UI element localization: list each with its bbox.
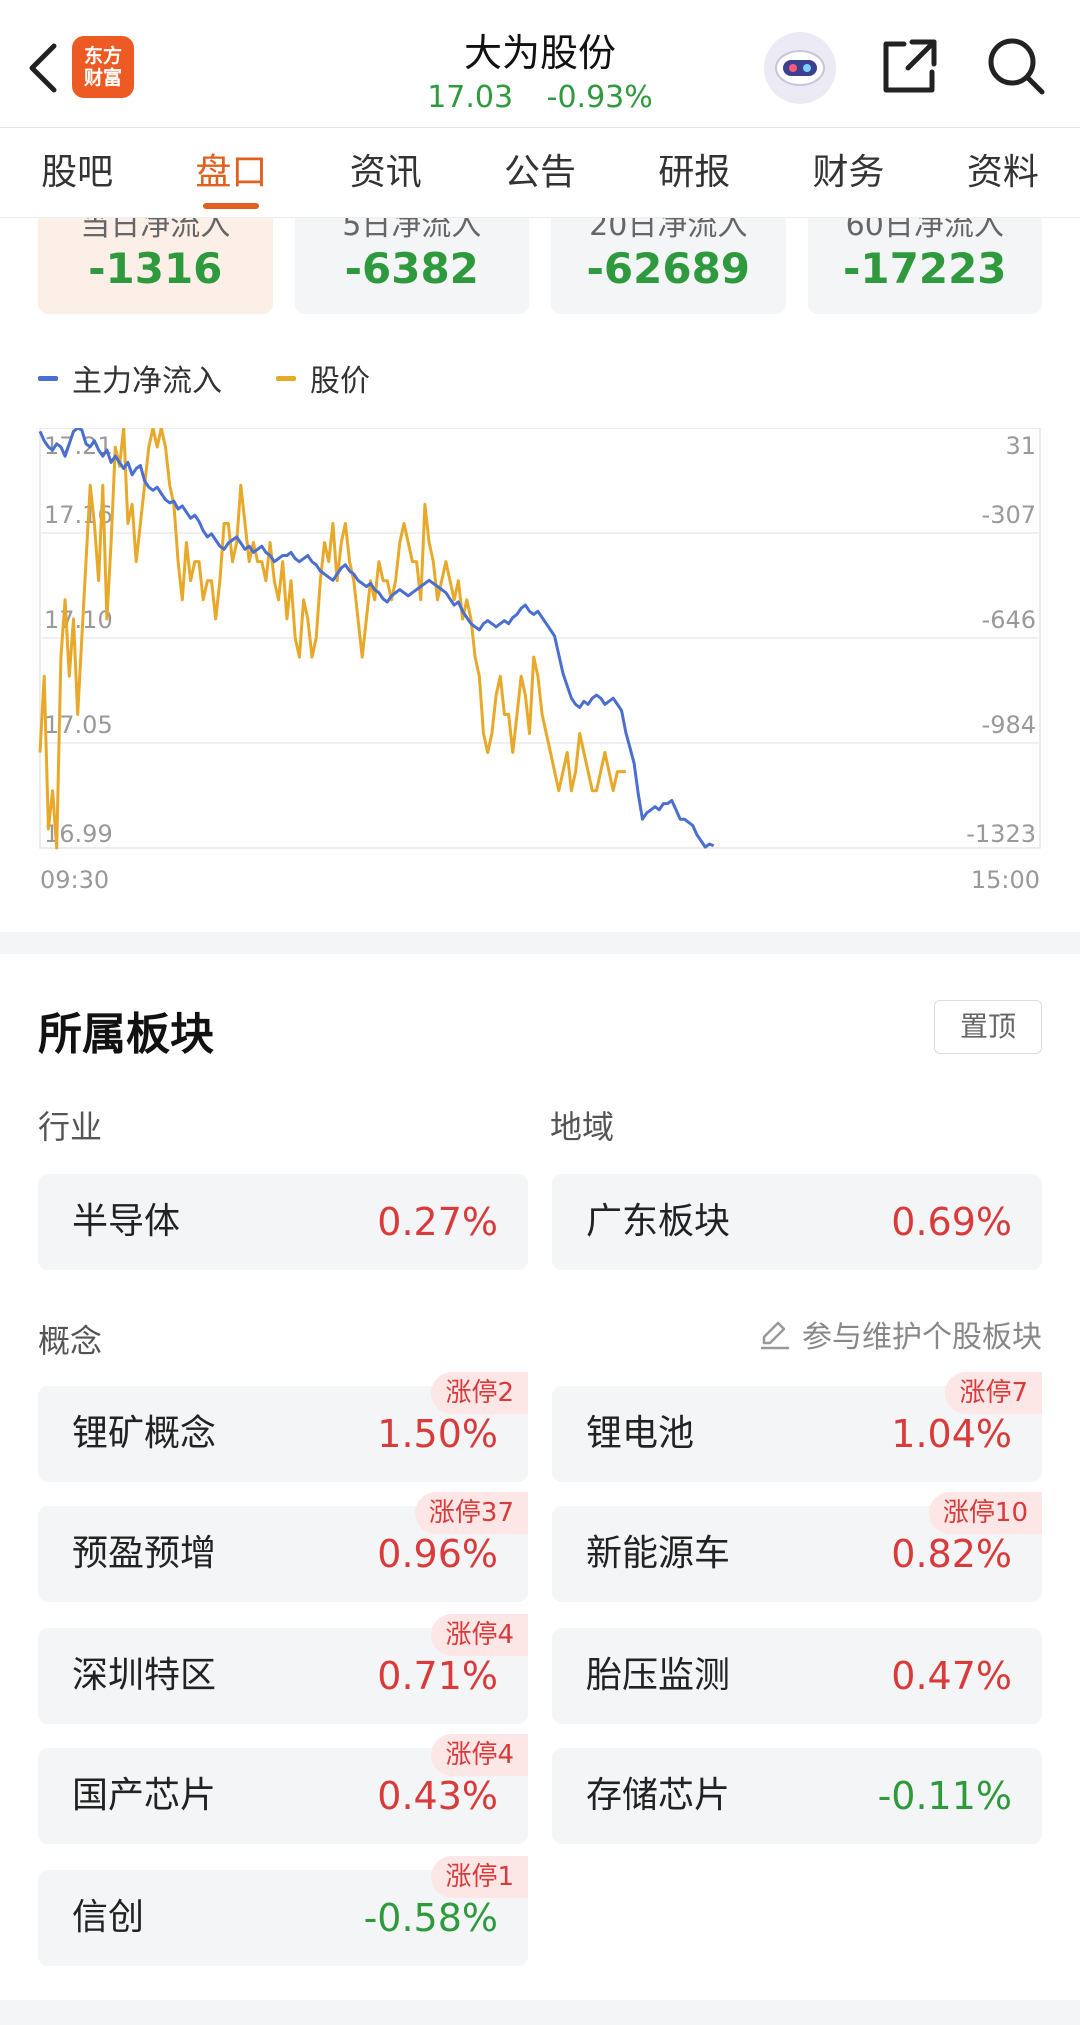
flow-value: -6382 [344, 244, 479, 293]
stock-name: 大为股份 [463, 31, 616, 75]
concept-name: 新能源车 [586, 1533, 731, 1574]
net-inflow-summary: 当日净流入 -1316 5日净流入 -6382 20日净流入 -62689 60… [38, 218, 1042, 314]
flow-label: 当日净流入 [80, 218, 231, 243]
sector-card-industry[interactable]: 半导体 0.27% [38, 1174, 528, 1270]
concept-name: 存储芯片 [586, 1775, 731, 1816]
concept-card[interactable]: 涨停1 信创 -0.58% [38, 1856, 528, 1966]
concept-pct: 0.96% [377, 1532, 498, 1576]
logo-text-2: 财富 [83, 67, 122, 89]
concept-card[interactable]: 存储芯片 -0.11% [552, 1748, 1042, 1844]
industry-label: 行业 [38, 1108, 103, 1146]
concept-pct: -0.11% [877, 1774, 1012, 1818]
chart-svg: 17.21 3117.16 -30717.10 -64617.05 -98416.99-… [38, 428, 1041, 890]
tab-bar: 股吧 盘口 资讯 公告 研报 财务 资料 [0, 128, 1080, 218]
search-button[interactable] [984, 34, 1048, 98]
flow-value: -1316 [88, 244, 223, 293]
concept-card[interactable]: 涨停4 深圳特区 0.71% [38, 1614, 528, 1724]
sector-name: 半导体 [72, 1201, 181, 1242]
y-tick-right: -307 [982, 501, 1036, 529]
concept-card[interactable]: 涨停2 锂矿概念 1.50% [38, 1372, 528, 1482]
y-tick-right: -1323 [966, 820, 1036, 848]
flow-value: -17223 [842, 244, 1007, 293]
stock-price: 17.03 [427, 80, 514, 115]
concept-name: 信创 [72, 1897, 145, 1938]
flow-5day[interactable]: 5日净流入 -6382 [294, 218, 529, 314]
legend-label: 股价 [310, 364, 370, 399]
sector-name: 广东板块 [586, 1201, 731, 1242]
flow-label: 5日净流入 [342, 218, 482, 243]
sector-section-title: 所属板块 [38, 1009, 214, 1060]
concept-card[interactable]: 涨停37 预盈预增 0.96% [38, 1492, 528, 1602]
concept-pct: 0.47% [891, 1654, 1012, 1698]
concept-name: 深圳特区 [72, 1655, 217, 1696]
sector-card-region[interactable]: 广东板块 0.69% [552, 1174, 1042, 1270]
legend-label: 主力净流入 [72, 364, 222, 399]
assistant-robot-button[interactable] [764, 32, 836, 104]
section-divider [0, 932, 1080, 954]
x-tick-start: 09:30 [40, 866, 109, 890]
share-button[interactable] [878, 34, 942, 98]
maintain-label: 参与维护个股板块 [802, 1320, 1042, 1355]
robot-icon [775, 50, 825, 86]
tab-finance[interactable]: 财务 [771, 128, 925, 217]
y-tick-right: 31 [1005, 432, 1036, 460]
concept-pct: 0.43% [377, 1774, 498, 1818]
app-logo[interactable]: 东方 财富 [72, 36, 134, 98]
concept-name: 预盈预增 [72, 1533, 217, 1574]
legend-item-price: 股价 [276, 356, 370, 400]
concept-name: 锂矿概念 [72, 1413, 217, 1454]
capital-flow-chart[interactable]: 17.21 31 17.16 -307 17.10 -646 17.05 -984 16.99-… [38, 428, 1042, 890]
edit-icon [760, 1321, 790, 1350]
y-tick-right: -984 [982, 711, 1036, 739]
concept-card[interactable]: 涨停7 锂电池 1.04% [552, 1372, 1042, 1482]
share-icon [883, 39, 937, 93]
top-header: 东方 财富 大为股份 17.03 -0.93% [0, 0, 1080, 128]
stock-quote: 17.03 -0.93% [340, 80, 740, 115]
tab-research[interactable]: 研报 [617, 128, 771, 217]
concept-pct: 1.04% [891, 1412, 1012, 1456]
bottom-divider [0, 2000, 1080, 2025]
concept-card[interactable]: 涨停4 国产芯片 0.43% [38, 1734, 528, 1844]
flow-60day[interactable]: 60日净流入 -17223 [807, 218, 1042, 314]
flow-label: 60日净流入 [845, 218, 1004, 243]
y-tick-right: -646 [982, 606, 1036, 634]
tab-profile[interactable]: 资料 [926, 128, 1080, 217]
tab-guba[interactable]: 股吧 [0, 128, 154, 217]
tab-news[interactable]: 资讯 [309, 128, 463, 217]
tab-announcements[interactable]: 公告 [463, 128, 617, 217]
flow-today[interactable]: 当日净流入 -1316 [38, 218, 273, 314]
x-tick-end: 15:00 [971, 866, 1040, 890]
search-icon [988, 38, 1045, 95]
sector-pct: 0.69% [891, 1200, 1012, 1244]
concept-name: 国产芯片 [72, 1775, 217, 1816]
concept-label: 概念 [38, 1322, 103, 1360]
legend-swatch-blue [38, 375, 58, 381]
y-tick-left: 17.10 [44, 606, 113, 634]
pin-to-top-button[interactable]: 置顶 [934, 1000, 1042, 1054]
tab-pankou[interactable]: 盘口 [154, 128, 308, 217]
logo-text-1: 东方 [83, 45, 122, 67]
legend-swatch-orange [276, 375, 296, 381]
concept-pct: -0.58% [363, 1896, 498, 1940]
back-button[interactable] [14, 28, 74, 108]
maintain-sectors-link[interactable]: 参与维护个股板块 [758, 1312, 1042, 1356]
concept-pct: 0.71% [377, 1654, 498, 1698]
sector-pct: 0.27% [377, 1200, 498, 1244]
chart-legend: 主力净流入 股价 [38, 356, 424, 400]
concept-pct: 0.82% [891, 1532, 1012, 1576]
concept-pct: 1.50% [377, 1412, 498, 1456]
concept-card[interactable]: 胎压监测 0.47% [552, 1628, 1042, 1724]
legend-item-main-inflow: 主力净流入 [38, 356, 222, 400]
concept-name: 锂电池 [586, 1413, 695, 1454]
flow-value: -62689 [586, 244, 751, 293]
flow-label: 20日净流入 [589, 218, 748, 243]
flow-20day[interactable]: 20日净流入 -62689 [551, 218, 786, 314]
stock-change-pct: -0.93% [546, 80, 653, 115]
region-label: 地域 [550, 1108, 615, 1146]
chevron-left-icon [29, 43, 57, 93]
concept-name: 胎压监测 [586, 1655, 731, 1696]
concept-card[interactable]: 涨停10 新能源车 0.82% [552, 1492, 1042, 1602]
